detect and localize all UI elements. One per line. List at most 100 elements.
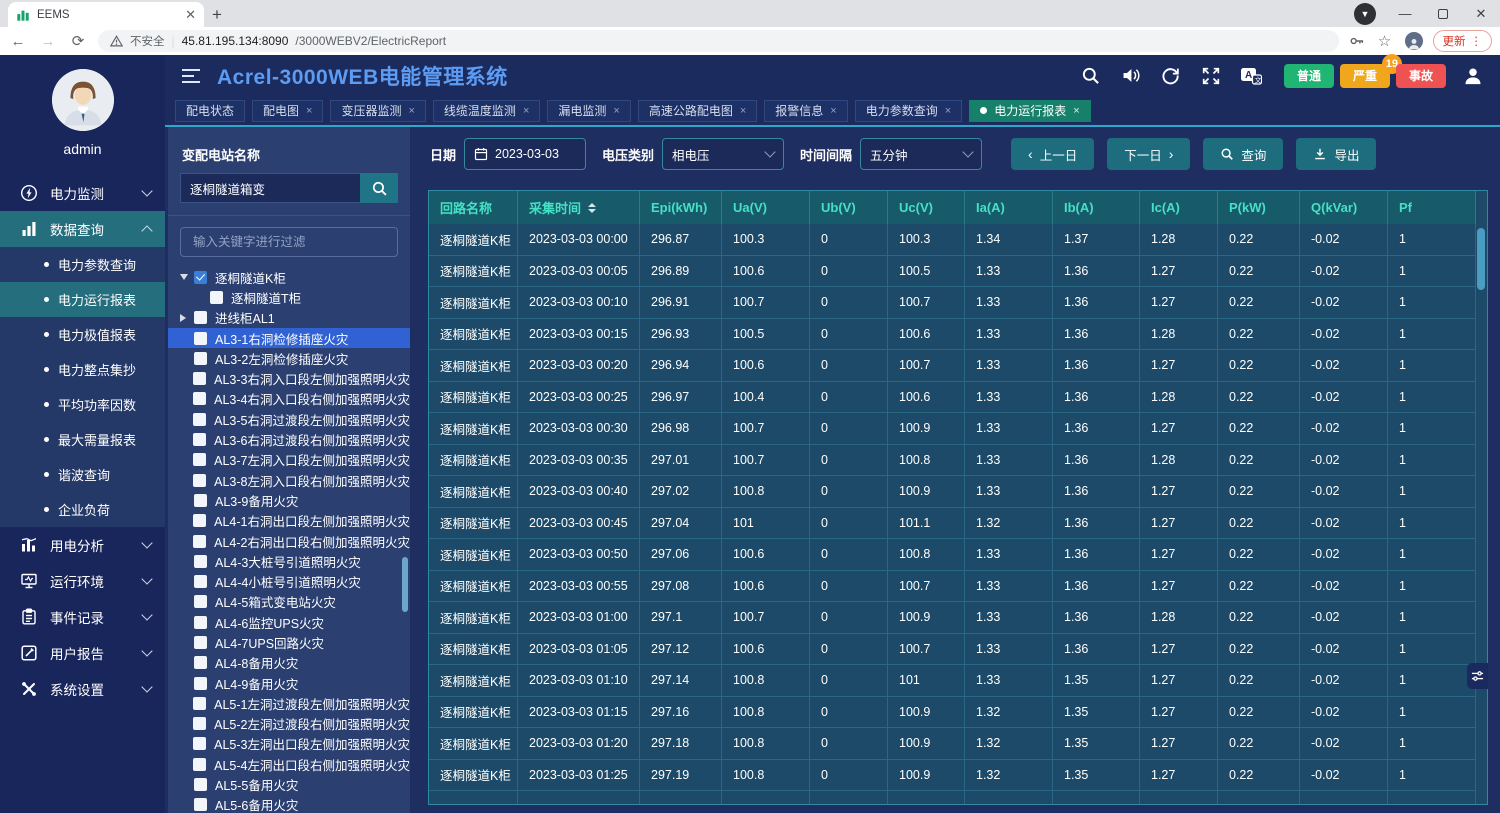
prev-day-button[interactable]: ‹ 上一日 <box>1011 138 1094 170</box>
tree-checkbox[interactable] <box>193 433 206 446</box>
tree-checkbox[interactable] <box>194 575 207 588</box>
forward-icon[interactable]: → <box>38 33 58 50</box>
sort-icon[interactable] <box>588 203 596 213</box>
table-row[interactable]: 逐桐隧道K柜2023-03-03 01:25297.19100.80100.91… <box>429 760 1476 792</box>
tree-checkbox[interactable] <box>194 616 207 629</box>
sidebar-item[interactable]: 数据查询 <box>0 211 165 247</box>
media-controls-button[interactable]: ▼ <box>1354 3 1376 25</box>
reload-icon[interactable]: ⟳ <box>68 32 88 50</box>
alarm-badge-事故[interactable]: 事故 <box>1396 64 1446 88</box>
tree-checkbox[interactable] <box>193 392 206 405</box>
browser-tab[interactable]: EEMS ✕ <box>8 2 204 27</box>
search-icon[interactable] <box>1078 63 1104 89</box>
export-button[interactable]: 导出 <box>1296 138 1376 170</box>
tree-node[interactable]: AL5-1左洞过渡段左侧加强照明火灾 <box>168 693 410 713</box>
tree-checkbox[interactable] <box>193 758 206 771</box>
interval-select[interactable]: 五分钟 <box>860 138 982 170</box>
column-header[interactable]: Pf <box>1388 191 1476 224</box>
workspace-tab[interactable]: 高速公路配电图× <box>638 100 757 122</box>
column-header[interactable]: Ua(V) <box>722 191 810 224</box>
tree-node[interactable]: AL4-8备用火灾 <box>168 653 410 673</box>
tree-node[interactable]: 逐桐隧道K柜 <box>168 267 410 287</box>
tree-checkbox[interactable] <box>194 555 207 568</box>
tree-checkbox[interactable] <box>194 595 207 608</box>
voltage-type-select[interactable]: 相电压 <box>662 138 784 170</box>
alarm-badge-严重[interactable]: 严重19 <box>1340 64 1390 88</box>
tree-checkbox[interactable] <box>193 737 206 750</box>
sidebar-subitem[interactable]: 电力参数查询 <box>0 247 165 282</box>
tree-checkbox[interactable] <box>194 798 207 811</box>
query-button[interactable]: 查询 <box>1203 138 1283 170</box>
tree-checkbox[interactable] <box>210 291 223 304</box>
tree-node[interactable]: AL3-9备用火灾 <box>168 490 410 510</box>
tree-checkbox[interactable] <box>194 311 207 324</box>
tree-checkbox[interactable] <box>193 514 206 527</box>
sidebar-item[interactable]: 系统设置 <box>0 671 165 707</box>
tree-node[interactable]: AL5-3左洞出口段左侧加强照明火灾 <box>168 734 410 754</box>
tab-close-icon[interactable]: ✕ <box>185 8 196 21</box>
alarm-badge-普通[interactable]: 普通 <box>1284 64 1334 88</box>
table-row[interactable]: 逐桐隧道K柜2023-03-03 00:00296.87100.30100.31… <box>429 224 1476 256</box>
column-header[interactable]: Ia(A) <box>965 191 1053 224</box>
column-header[interactable]: 采集时间 <box>518 191 640 224</box>
window-close-button[interactable]: ✕ <box>1462 0 1500 27</box>
station-search-button[interactable] <box>360 173 398 203</box>
workspace-tab[interactable]: 配电状态 <box>175 100 245 122</box>
tree-checkbox[interactable] <box>193 535 206 548</box>
tree-checkbox[interactable] <box>193 697 206 710</box>
volume-icon[interactable] <box>1118 63 1144 89</box>
table-row[interactable]: 逐桐隧道K柜2023-03-03 00:10296.91100.70100.71… <box>429 287 1476 319</box>
tree-node[interactable]: AL3-6右洞过渡段右侧加强照明火灾 <box>168 429 410 449</box>
sidebar-subitem[interactable]: 电力运行报表 <box>0 282 165 317</box>
column-header[interactable]: Ub(V) <box>810 191 888 224</box>
sidebar-item[interactable]: 运行环境 <box>0 563 165 599</box>
tree-checkbox[interactable] <box>194 332 207 345</box>
table-row[interactable]: 逐桐隧道K柜2023-03-03 00:55297.08100.60100.71… <box>429 571 1476 603</box>
column-header[interactable]: Uc(V) <box>888 191 965 224</box>
tree-node[interactable]: AL3-3右洞入口段左侧加强照明火灾 <box>168 368 410 388</box>
new-tab-button[interactable]: + <box>204 2 230 27</box>
sidebar-subitem[interactable]: 最大需量报表 <box>0 422 165 457</box>
workspace-tab[interactable]: 变压器监测× <box>330 100 425 122</box>
tree-checkbox[interactable] <box>193 413 206 426</box>
refresh-sync-icon[interactable] <box>1158 63 1184 89</box>
user-icon[interactable] <box>1460 63 1486 89</box>
next-day-button[interactable]: 下一日 › <box>1107 138 1190 170</box>
column-header[interactable]: P(kW) <box>1218 191 1300 224</box>
sidebar-item[interactable]: 用电分析 <box>0 527 165 563</box>
tab-close-icon[interactable]: × <box>830 105 836 117</box>
window-minimize-button[interactable]: — <box>1386 0 1424 27</box>
station-search-input[interactable] <box>180 173 360 203</box>
sidebar-subitem[interactable]: 电力极值报表 <box>0 317 165 352</box>
sidebar-item[interactable]: 用户报告 <box>0 635 165 671</box>
tree-checkbox[interactable] <box>193 372 206 385</box>
tree-node[interactable]: AL3-8左洞入口段右侧加强照明火灾 <box>168 470 410 490</box>
sidebar-item[interactable]: 事件记录 <box>0 599 165 635</box>
tree-checkbox[interactable] <box>193 453 206 466</box>
table-row[interactable]: 逐桐隧道K柜2023-03-03 00:35297.01100.70100.81… <box>429 445 1476 477</box>
table-row[interactable]: 逐桐隧道K柜2023-03-03 00:15296.93100.50100.61… <box>429 319 1476 351</box>
tree-node[interactable]: AL4-6监控UPS火灾 <box>168 612 410 632</box>
fullscreen-icon[interactable] <box>1198 63 1224 89</box>
column-header[interactable]: 回路名称 <box>429 191 518 224</box>
workspace-tab[interactable]: 报警信息× <box>764 100 847 122</box>
tree-node[interactable]: AL5-5备用火灾 <box>168 774 410 794</box>
workspace-tab[interactable]: 线缆温度监测× <box>433 100 540 122</box>
tree-node[interactable]: AL3-2左洞检修插座火灾 <box>168 348 410 368</box>
tree-node[interactable]: AL3-1右洞检修插座火灾 <box>168 328 410 348</box>
column-header[interactable]: Q(kVar) <box>1300 191 1388 224</box>
table-row[interactable]: 逐桐隧道K柜2023-03-03 00:30296.98100.70100.91… <box>429 413 1476 445</box>
browser-profile-avatar[interactable] <box>1405 32 1423 50</box>
tab-close-icon[interactable]: × <box>613 105 619 117</box>
tab-close-icon[interactable]: × <box>1073 105 1079 117</box>
sidebar-item[interactable]: 电力监测 <box>0 175 165 211</box>
address-bar[interactable]: 不安全 | 45.81.195.134:8090/3000WEBV2/Elect… <box>98 30 1339 52</box>
table-row[interactable]: 逐桐隧道K柜2023-03-03 00:25296.97100.40100.61… <box>429 382 1476 414</box>
chrome-update-button[interactable]: 更新 ⋮ <box>1433 30 1493 52</box>
date-input[interactable]: 2023-03-03 <box>464 138 586 170</box>
tree-node[interactable]: AL5-4左洞出口段右侧加强照明火灾 <box>168 754 410 774</box>
caret-right-icon[interactable] <box>180 314 194 322</box>
column-header[interactable]: Ib(A) <box>1053 191 1140 224</box>
table-row[interactable]: 逐桐隧道K柜2023-03-03 00:50297.06100.60100.81… <box>429 539 1476 571</box>
column-header[interactable]: Ic(A) <box>1140 191 1218 224</box>
